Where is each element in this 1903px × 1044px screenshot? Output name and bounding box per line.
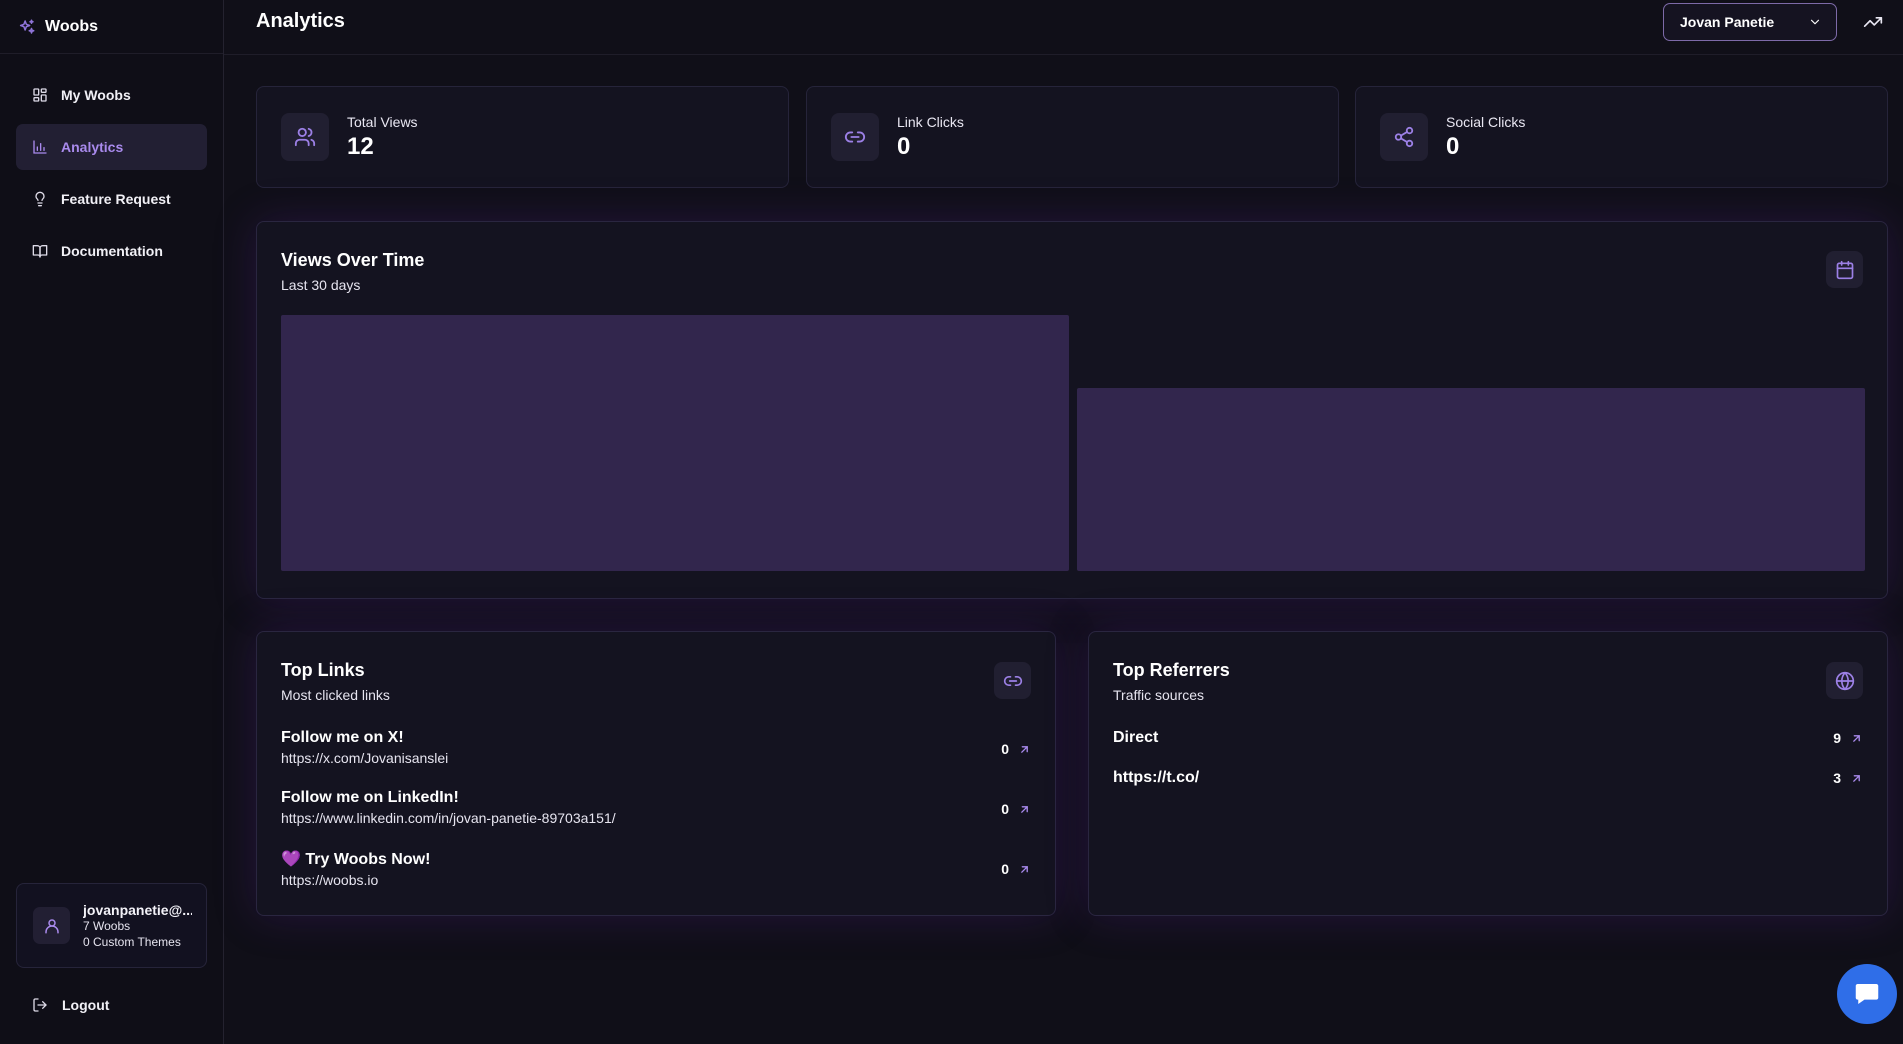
stat-value: 12: [347, 132, 374, 160]
stat-value: 0: [1446, 132, 1460, 160]
bar-chart-icon: [32, 139, 48, 155]
list-item[interactable]: Direct 9: [1113, 729, 1863, 769]
referrer-name: https://t.co/: [1113, 769, 1200, 786]
stat-label: Social Clicks: [1446, 113, 1526, 130]
stat-label: Link Clicks: [897, 113, 964, 130]
date-range-button[interactable]: [1826, 251, 1863, 288]
stat-card-social-clicks: Social Clicks 0: [1355, 86, 1888, 188]
book-icon: [32, 243, 48, 259]
sidebar-item-my-woobs[interactable]: My Woobs: [16, 72, 207, 118]
link-url: https://x.com/Jovanisanslei: [281, 750, 449, 766]
referrer-name: Direct: [1113, 729, 1159, 746]
topbar: Analytics Jovan Panetie: [224, 0, 1903, 55]
sidebar-item-feature-request[interactable]: Feature Request: [16, 176, 207, 222]
chevron-down-icon: [1808, 15, 1822, 29]
top-links-link-button[interactable]: [994, 662, 1031, 699]
sidebar-nav: My Woobs Analytics Feature Request Docum…: [16, 72, 207, 280]
top-referrers-title: Top Referrers: [1113, 660, 1230, 680]
logout-label: Logout: [62, 997, 110, 1013]
click-count: 0: [1001, 801, 1009, 817]
sidebar-item-analytics[interactable]: Analytics: [16, 124, 207, 170]
logout-icon: [32, 997, 48, 1013]
chat-icon: [1852, 979, 1882, 1009]
share-icon: [1393, 126, 1415, 148]
link-icon: [1003, 671, 1023, 691]
sidebar-item-label: Analytics: [61, 139, 124, 155]
top-referrers-panel: Top Referrers Traffic sources Direct 9 h…: [1088, 631, 1888, 916]
user-card[interactable]: jovanpanetie@... 7 Woobs 0 Custom Themes: [16, 883, 207, 968]
sidebar-item-label: Feature Request: [61, 191, 171, 207]
sparkles-icon: [18, 18, 36, 36]
top-links-panel: Top Links Most clicked links Follow me o…: [256, 631, 1056, 916]
link-count: 0: [1001, 861, 1031, 877]
list-item[interactable]: https://t.co/ 3: [1113, 769, 1863, 809]
arrow-up-right-icon: [1018, 863, 1031, 876]
link-url: https://woobs.io: [281, 872, 379, 888]
top-links-subtitle: Most clicked links: [281, 687, 390, 703]
brand-name: Woobs: [45, 17, 99, 35]
chat-widget-button[interactable]: [1837, 964, 1897, 1024]
list-item[interactable]: Follow me on LinkedIn! https://www.linke…: [281, 789, 1031, 849]
views-over-time-panel: Views Over Time Last 30 days: [256, 221, 1888, 599]
top-referrers-list: Direct 9 https://t.co/ 3: [1113, 729, 1863, 809]
views-chart: [281, 315, 1865, 571]
account-select[interactable]: Jovan Panetie: [1663, 3, 1837, 41]
link-count: 0: [1001, 741, 1031, 757]
top-links-title: Top Links: [281, 660, 365, 680]
chart-bar[interactable]: [1077, 388, 1865, 571]
globe-icon: [1835, 671, 1855, 691]
arrow-up-right-icon: [1018, 743, 1031, 756]
sidebar-item-label: Documentation: [61, 243, 163, 259]
sidebar-item-documentation[interactable]: Documentation: [16, 228, 207, 274]
top-links-list: Follow me on X! https://x.com/Jovanisans…: [281, 729, 1031, 909]
logout-button[interactable]: Logout: [32, 997, 109, 1013]
link-title: 💜 Try Woobs Now!: [281, 851, 431, 868]
link-title: Follow me on X!: [281, 729, 404, 746]
list-item[interactable]: Follow me on X! https://x.com/Jovanisans…: [281, 729, 1031, 789]
user-woobs-count: 7 Woobs: [83, 918, 131, 933]
arrow-up-right-icon: [1018, 803, 1031, 816]
users-icon: [294, 126, 316, 148]
stat-value: 0: [897, 132, 911, 160]
avatar: [33, 907, 70, 944]
link-title: Follow me on LinkedIn!: [281, 789, 459, 806]
lightbulb-icon: [32, 191, 48, 207]
link-icon: [844, 126, 866, 148]
top-referrers-subtitle: Traffic sources: [1113, 687, 1205, 703]
sidebar: Woobs My Woobs Analytics Feature Request…: [0, 0, 224, 1044]
grid-icon: [32, 87, 48, 103]
stat-icon-container: [281, 113, 329, 161]
click-count: 0: [1001, 861, 1009, 877]
trending-up-icon: [1863, 12, 1883, 32]
page-title: Analytics: [256, 10, 345, 32]
link-count: 0: [1001, 801, 1031, 817]
views-chart-title: Views Over Time: [281, 250, 425, 270]
stat-card-link-clicks: Link Clicks 0: [806, 86, 1339, 188]
stat-card-total-views: Total Views 12: [256, 86, 789, 188]
stat-label: Total Views: [347, 113, 418, 130]
account-select-value: Jovan Panetie: [1680, 14, 1775, 30]
arrow-up-right-icon: [1850, 732, 1863, 745]
visit-count: 9: [1833, 730, 1841, 746]
user-info: jovanpanetie@... 7 Woobs 0 Custom Themes: [83, 902, 192, 950]
user-email: jovanpanetie@...: [83, 901, 192, 918]
visit-count: 3: [1833, 770, 1841, 786]
trending-up-button[interactable]: [1863, 12, 1883, 32]
link-url: https://www.linkedin.com/in/jovan-paneti…: [281, 810, 616, 826]
referrer-count: 9: [1833, 730, 1863, 746]
sidebar-item-label: My Woobs: [61, 87, 131, 103]
user-themes-count: 0 Custom Themes: [83, 934, 181, 949]
user-icon: [43, 917, 61, 935]
top-referrers-globe-button[interactable]: [1826, 662, 1863, 699]
stat-icon-container: [1380, 113, 1428, 161]
click-count: 0: [1001, 741, 1009, 757]
brand[interactable]: Woobs: [0, 0, 223, 54]
list-item[interactable]: 💜 Try Woobs Now! https://woobs.io 0: [281, 849, 1031, 909]
views-chart-subtitle: Last 30 days: [281, 277, 361, 293]
referrer-count: 3: [1833, 770, 1863, 786]
chart-bar[interactable]: [281, 315, 1069, 571]
stat-icon-container: [831, 113, 879, 161]
arrow-up-right-icon: [1850, 772, 1863, 785]
calendar-icon: [1835, 260, 1855, 280]
